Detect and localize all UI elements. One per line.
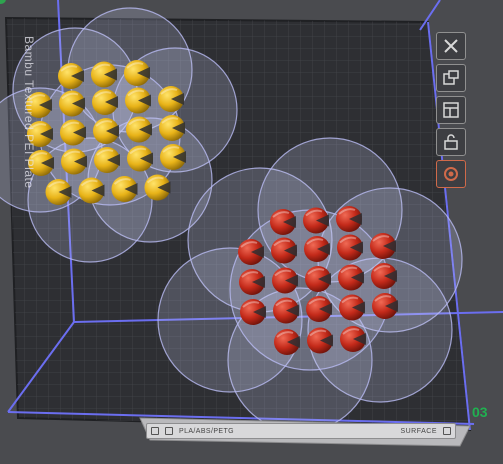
printed-object[interactable] [126, 116, 152, 143]
plate-number-label: 03 [472, 404, 488, 420]
printed-object[interactable] [144, 174, 171, 201]
printed-object[interactable] [270, 209, 296, 235]
close-icon [444, 39, 458, 53]
printed-object[interactable] [272, 267, 298, 294]
printed-object[interactable] [45, 179, 72, 205]
printed-object[interactable] [91, 61, 117, 88]
printed-object[interactable] [370, 233, 396, 259]
printed-object[interactable] [125, 87, 151, 114]
filament-icon [165, 427, 173, 435]
printed-object[interactable] [306, 296, 332, 322]
printed-object[interactable] [271, 237, 297, 264]
plate-name-label: Bambu Textured PEI Plate [22, 36, 36, 189]
plate-toolbar [436, 32, 468, 188]
bed-icon [443, 427, 451, 435]
3d-viewport[interactable]: Bambu Textured PEI Plate 03 PLA/ABS/PETG… [0, 0, 503, 464]
printed-object[interactable] [336, 206, 362, 232]
printed-object[interactable] [78, 177, 105, 204]
printed-object[interactable] [305, 266, 331, 292]
printed-object[interactable] [124, 60, 150, 86]
filament-types-label: PLA/ABS/PETG [179, 427, 234, 435]
printed-object[interactable] [307, 327, 333, 354]
plate-type-icon [151, 427, 159, 435]
printed-object[interactable] [59, 90, 85, 117]
printed-object[interactable] [127, 145, 153, 172]
printed-object[interactable] [303, 207, 329, 234]
printed-object[interactable] [61, 148, 87, 175]
plate-info-bar: PLA/ABS/PETG SURFACE [146, 423, 456, 439]
printed-object[interactable] [93, 118, 119, 144]
lock-plate-button[interactable] [436, 128, 466, 156]
layout-button[interactable] [436, 96, 466, 124]
printed-object[interactable] [58, 63, 84, 89]
printed-object[interactable] [159, 115, 185, 141]
printed-object[interactable] [274, 329, 300, 355]
printed-object[interactable] [111, 176, 138, 202]
printed-object[interactable] [340, 326, 366, 352]
printed-object[interactable] [92, 89, 118, 115]
printed-object[interactable] [158, 86, 184, 112]
auto-arrange-icon [443, 70, 459, 85]
printed-object[interactable] [273, 297, 299, 324]
printed-object[interactable] [371, 263, 397, 289]
printed-object[interactable] [239, 269, 265, 295]
printed-object[interactable] [240, 299, 266, 325]
plate-settings-button[interactable] [436, 160, 466, 188]
settings-icon [444, 167, 458, 181]
auto-arrange-button[interactable] [436, 64, 466, 92]
close-plate-button[interactable] [436, 32, 466, 60]
printed-object[interactable] [338, 264, 364, 291]
printed-object[interactable] [337, 234, 363, 261]
printed-object[interactable] [372, 293, 398, 319]
printed-object[interactable] [160, 144, 186, 170]
lock-icon [444, 134, 458, 150]
printed-object[interactable] [339, 294, 365, 321]
surface-label: SURFACE [400, 427, 437, 435]
printed-object[interactable] [94, 147, 120, 173]
layout-icon [443, 102, 459, 118]
printed-object[interactable] [304, 236, 330, 262]
build-plate-scene[interactable] [0, 0, 503, 464]
printed-object[interactable] [60, 119, 86, 146]
printed-object[interactable] [238, 239, 264, 265]
